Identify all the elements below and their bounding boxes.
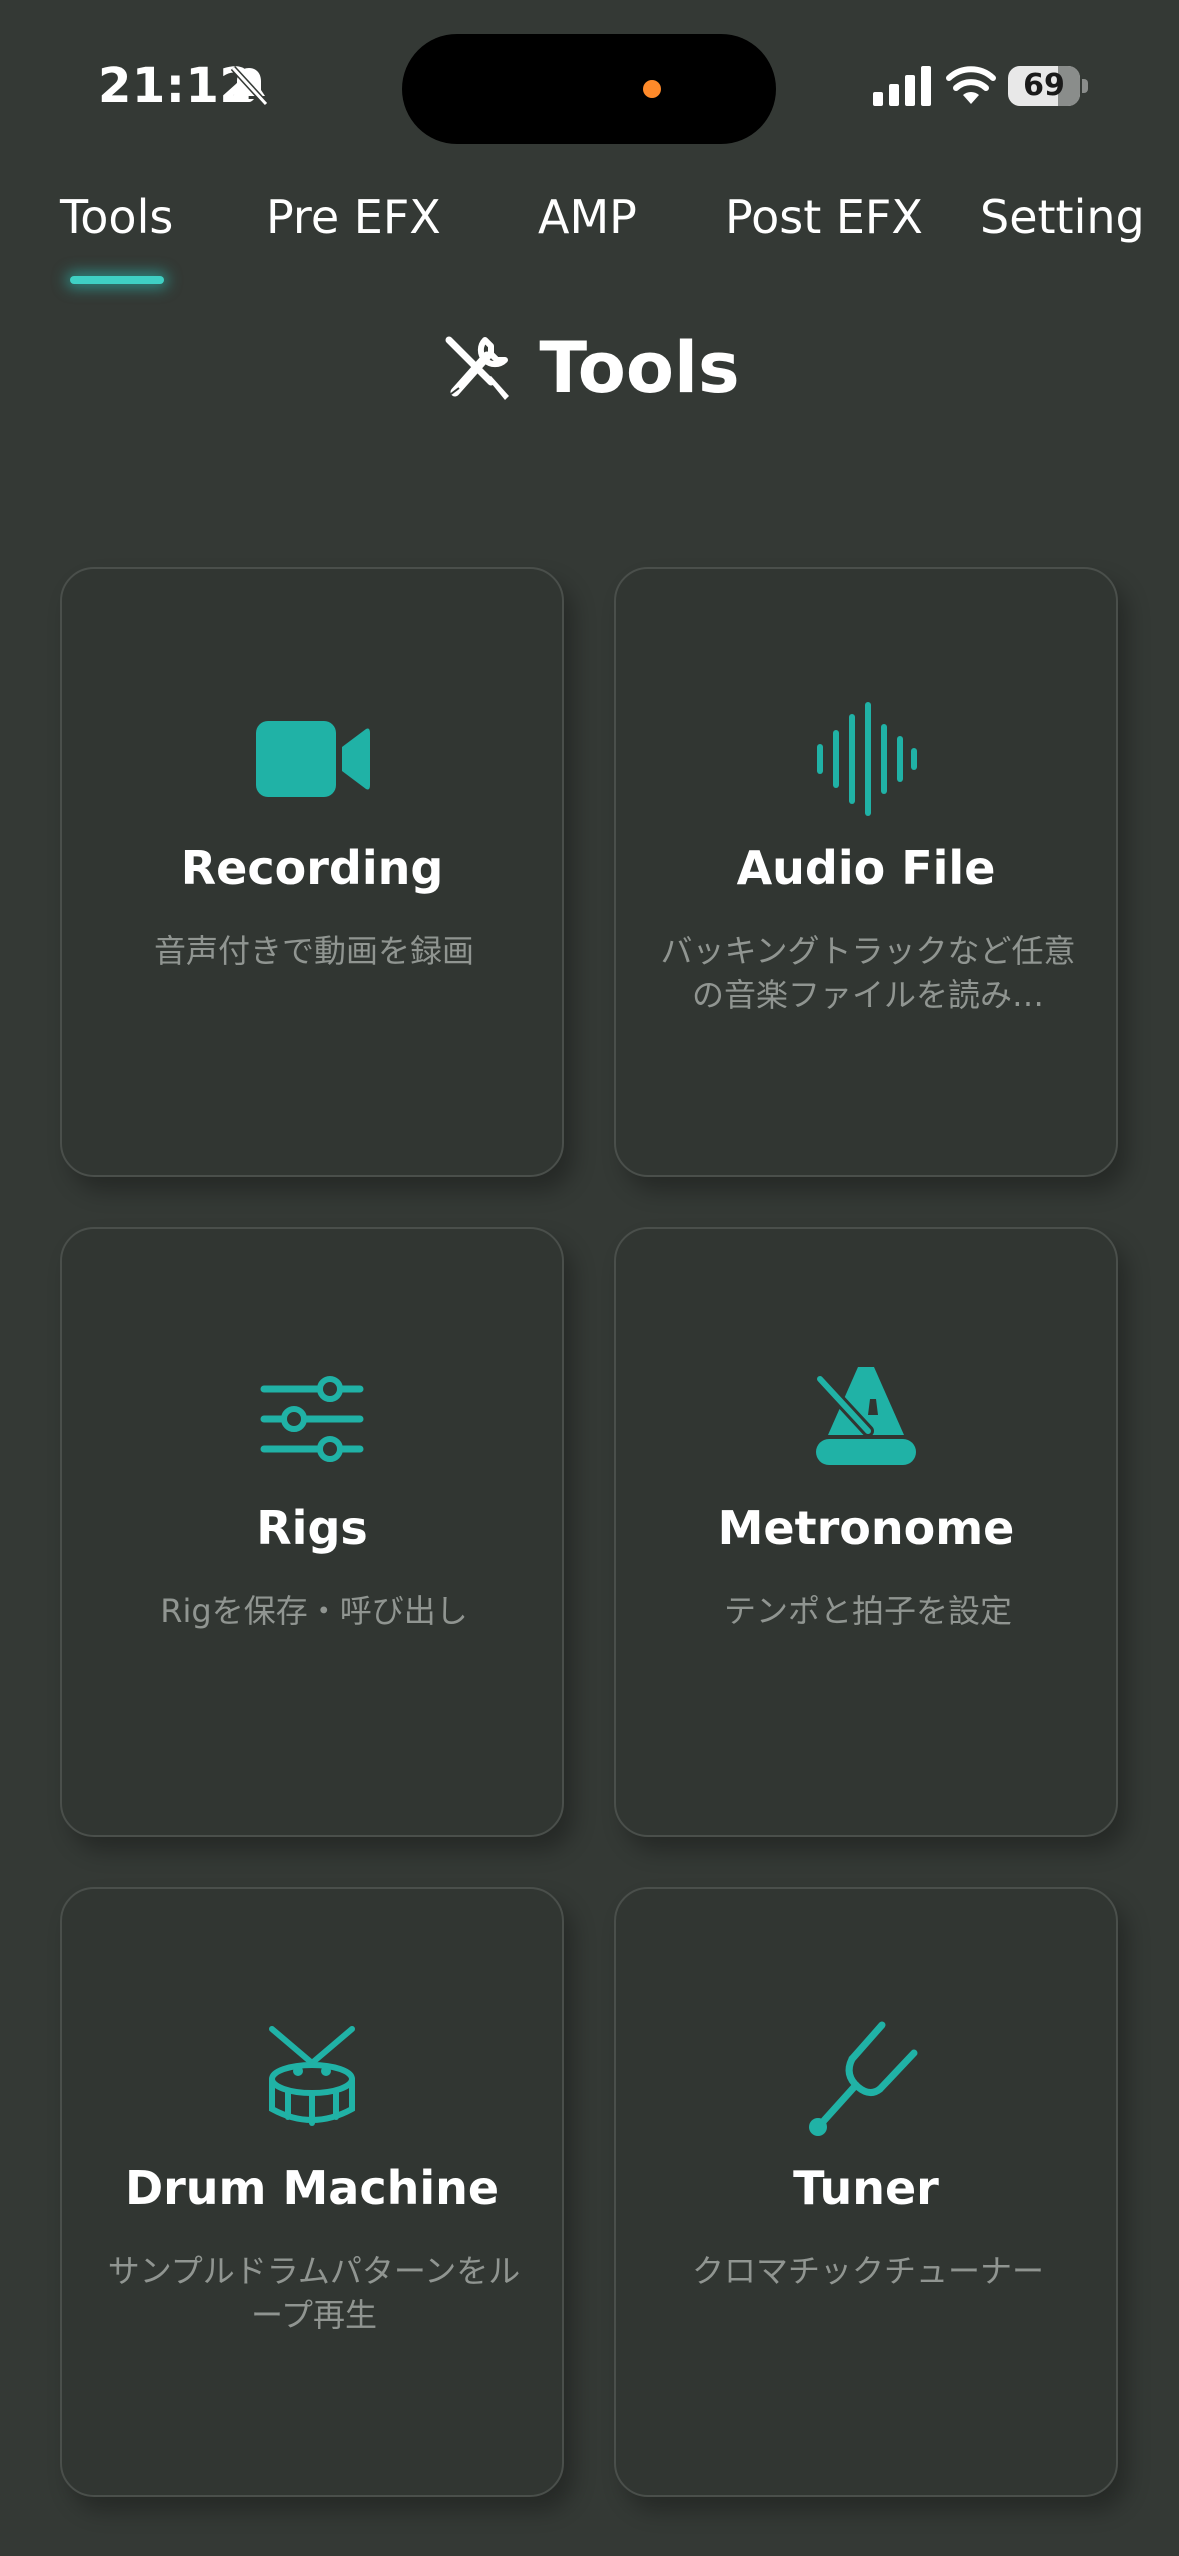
video-camera-icon — [256, 721, 370, 797]
top-tab-bar: Tools Pre EFX AMP Post EFX Setting — [0, 190, 1179, 300]
battery-percentage: 69 — [1023, 68, 1065, 103]
battery-body: 69 — [1008, 66, 1080, 106]
card-tuner[interactable]: Tuner クロマチックチューナー — [614, 1887, 1118, 2497]
wifi-icon — [946, 66, 996, 104]
card-description: サンプルドラムパターンをループ再生 — [107, 2252, 521, 2334]
battery-cap — [1082, 79, 1088, 93]
battery-indicator: 69 — [1008, 66, 1088, 106]
card-description: クロマチックチューナー — [691, 2252, 1044, 2290]
tab-amp[interactable]: AMP — [538, 190, 637, 244]
card-description: Rigを保存・呼び出し — [160, 1592, 468, 1630]
tab-setting[interactable]: Setting — [980, 190, 1145, 244]
card-description: テンポと拍子を設定 — [723, 1592, 1012, 1630]
card-drum-machine[interactable]: Drum Machine サンプルドラムパターンをループ再生 — [60, 1887, 564, 2497]
tools-screen: 21:12 69 Tools Pre EFX AMP Post EFX Sett… — [0, 0, 1179, 2556]
card-rigs[interactable]: Rigs Rigを保存・呼び出し — [60, 1227, 564, 1837]
card-title: Tuner — [793, 2161, 939, 2215]
waveform-icon — [817, 702, 917, 816]
active-tab-indicator — [70, 276, 164, 284]
page-title: Tools — [0, 318, 1179, 418]
privacy-indicator — [643, 80, 661, 98]
card-recording[interactable]: Recording 音声付きで動画を録画 — [60, 567, 564, 1177]
dynamic-island — [402, 34, 776, 144]
sliders-icon — [260, 1376, 364, 1462]
card-title: Metronome — [717, 1501, 1015, 1555]
card-title: Drum Machine — [124, 2161, 500, 2215]
card-title: Rigs — [256, 1501, 368, 1555]
tab-post-efx[interactable]: Post EFX — [725, 190, 923, 244]
card-description: 音声付きで動画を録画 — [153, 932, 474, 970]
card-audio-file[interactable]: Audio File バッキングトラックなど任意の音楽ファイルを読み… — [614, 567, 1118, 1177]
tuning-fork-icon — [809, 2021, 918, 2136]
card-description: バッキングトラックなど任意の音楽ファイルを読み… — [660, 932, 1076, 1014]
tab-tools[interactable]: Tools — [60, 190, 173, 244]
drum-icon — [269, 2026, 355, 2126]
metronome-icon — [814, 1367, 916, 1465]
cellular-signal-icon — [873, 66, 931, 106]
card-metronome[interactable]: Metronome テンポと拍子を設定 — [614, 1227, 1118, 1837]
tab-pre-efx[interactable]: Pre EFX — [266, 190, 441, 244]
page-title-text: Tools — [539, 327, 740, 409]
card-title: Recording — [180, 841, 444, 895]
status-bar: 21:12 69 — [0, 0, 1179, 170]
bell-muted-icon — [230, 65, 269, 107]
card-title: Audio File — [736, 841, 996, 895]
tools-icon — [445, 336, 510, 400]
